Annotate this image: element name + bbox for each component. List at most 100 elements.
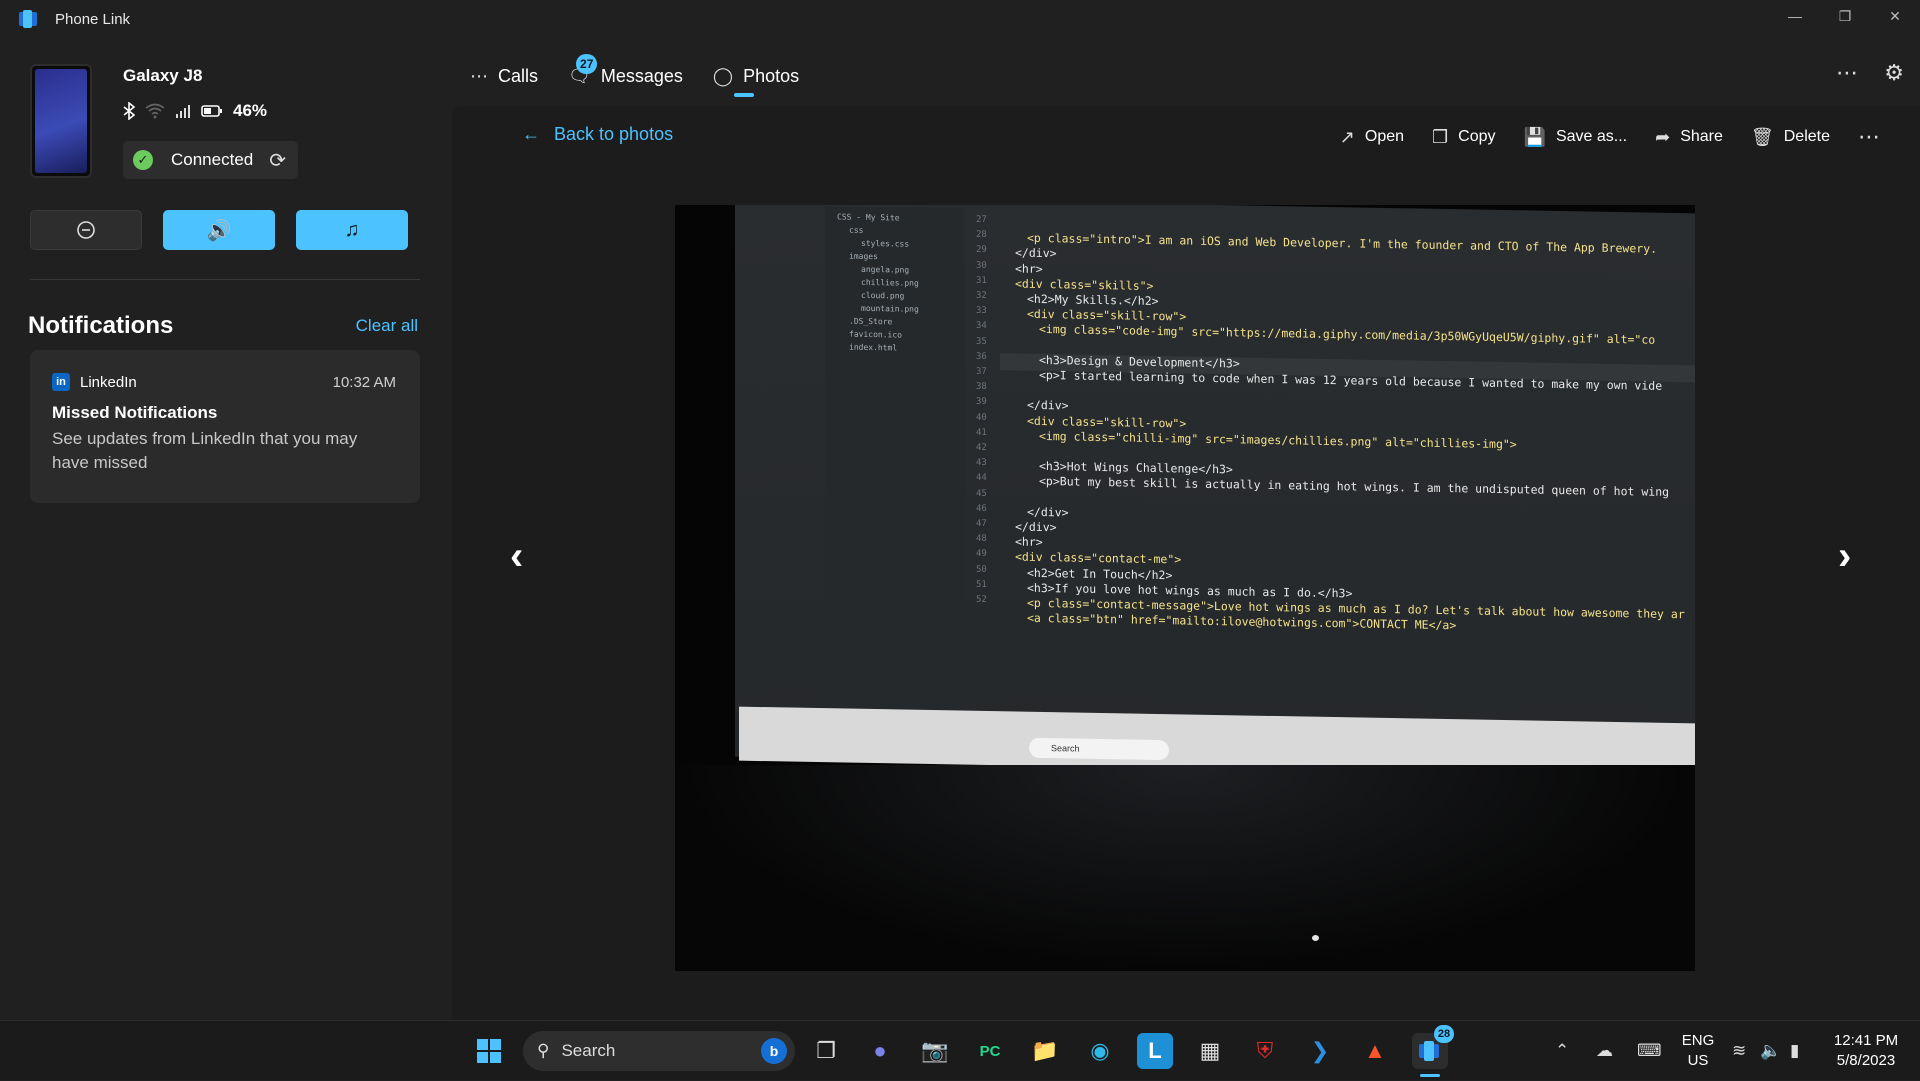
line-number: 47: [976, 518, 987, 530]
line-number: 33: [976, 306, 987, 317]
delete-button[interactable]: 🗑 Delete: [1751, 127, 1830, 148]
more-options-button[interactable]: ⋯: [1836, 60, 1858, 86]
device-status-row: 46%: [123, 101, 267, 121]
camera-app-button[interactable]: 📷: [917, 1033, 953, 1069]
do-not-disturb-button[interactable]: [30, 210, 142, 250]
code-line: <div class="skills">: [1015, 276, 1154, 293]
teams-chat-icon: ●: [873, 1038, 887, 1063]
brave-button[interactable]: ▲: [1357, 1033, 1393, 1069]
store-button[interactable]: ▦: [1192, 1033, 1228, 1069]
previous-photo-button[interactable]: ‹: [510, 534, 523, 579]
viewer-more-button[interactable]: ⋯: [1858, 124, 1880, 150]
keyboard-icon: ⌨: [1637, 1041, 1662, 1060]
mcafee-button[interactable]: ⛨: [1247, 1033, 1283, 1069]
line-number: 49: [976, 549, 987, 560]
clear-all-button[interactable]: Clear all: [356, 316, 418, 336]
selected-tab-indicator: [734, 93, 754, 97]
minimize-icon: —: [1788, 8, 1802, 24]
tab-photos[interactable]: ◯ Photos: [713, 66, 799, 87]
music-button[interactable]: ♫: [296, 210, 408, 250]
save-as-button[interactable]: 💾 Save as...: [1524, 127, 1628, 148]
next-photo-button[interactable]: ›: [1838, 534, 1851, 579]
code-line: </div>: [1027, 504, 1069, 520]
more-icon: ⋯: [1836, 60, 1858, 85]
pycharm-button[interactable]: PC: [972, 1033, 1008, 1069]
check-circle-icon: ✓: [133, 150, 153, 170]
line-number: 50: [976, 564, 987, 575]
gear-icon: ⚙: [1884, 60, 1904, 85]
close-button[interactable]: ✕: [1870, 0, 1920, 32]
share-label: Share: [1680, 128, 1723, 145]
show-hidden-icons-button[interactable]: ⌃: [1555, 1021, 1569, 1081]
share-icon: ➦: [1655, 126, 1671, 147]
tab-calls[interactable]: ⋯ Calls: [470, 66, 538, 87]
signal-icon: [176, 105, 190, 118]
phone-link-taskbar-button[interactable]: 28: [1412, 1025, 1454, 1069]
photo-image: CSS - My Site css styles.css images angela.p…: [675, 205, 1695, 971]
language-indicator[interactable]: ENG US: [1678, 1031, 1718, 1071]
code-line: <p class="intro">I am an iOS and Web Dev…: [1027, 230, 1658, 256]
line-number: 31: [976, 275, 987, 286]
open-icon: ↗: [1339, 126, 1355, 147]
code-line: </div>: [1015, 245, 1057, 261]
notification-time: 10:32 AM: [332, 374, 396, 391]
tab-messages[interactable]: 🗨 27 Messages: [568, 53, 683, 87]
battery-tray-button[interactable]: ▮: [1790, 1021, 1799, 1081]
task-view-button[interactable]: ❐: [808, 1033, 844, 1069]
pycharm-icon: PC: [979, 1042, 1001, 1060]
l-app-icon: L: [1148, 1038, 1162, 1063]
back-to-photos-link[interactable]: ← Back to photos: [522, 124, 673, 145]
network-button[interactable]: ≋: [1732, 1021, 1746, 1081]
file-tree-item: mountain.png: [861, 303, 919, 314]
minimize-button[interactable]: —: [1770, 0, 1820, 32]
share-button[interactable]: ➦ Share: [1655, 127, 1723, 148]
close-icon: ✕: [1889, 7, 1901, 24]
photographed-search: Search: [1029, 737, 1169, 761]
line-number: 40: [976, 412, 987, 423]
line-number: 28: [976, 230, 987, 241]
line-number: 37: [976, 366, 987, 378]
volume-button[interactable]: 🔊: [163, 210, 275, 250]
volume-tray-button[interactable]: 🔈: [1760, 1021, 1781, 1081]
open-button[interactable]: ↗ Open: [1340, 127, 1404, 148]
code-line: <div class="skill-row">: [1027, 413, 1187, 431]
line-number: 42: [976, 442, 987, 454]
line-number: 48: [976, 534, 987, 545]
file-tree-item: CSS - My Site: [837, 212, 900, 223]
nav-tabs: ⋯ Calls 🗨 27 Messages ◯ Photos: [470, 53, 799, 96]
file-explorer-button[interactable]: 📁: [1027, 1033, 1063, 1069]
taskbar-search[interactable]: ⚲ Search b: [523, 1031, 795, 1071]
copy-button[interactable]: ❐ Copy: [1432, 127, 1496, 148]
settings-button[interactable]: ⚙: [1884, 60, 1904, 86]
linkedin-icon: in: [52, 373, 70, 391]
connection-status: ✓ Connected ⟳: [123, 141, 298, 179]
file-tree: CSS - My Site css styles.css images angela.p…: [825, 206, 965, 729]
onedrive-button[interactable]: ☁: [1596, 1021, 1613, 1081]
file-tree-item: css: [849, 225, 864, 235]
l-app-button[interactable]: L: [1137, 1033, 1173, 1069]
folder-icon: 📁: [1031, 1038, 1059, 1063]
vscode-button[interactable]: ❯: [1302, 1033, 1338, 1069]
start-button[interactable]: [471, 1033, 507, 1069]
more-icon: ⋯: [1858, 124, 1880, 149]
restore-button[interactable]: ❐: [1820, 0, 1870, 32]
task-view-icon: ❐: [816, 1038, 836, 1063]
notification-card[interactable]: in LinkedIn 10:32 AM Missed Notification…: [30, 350, 420, 503]
restore-icon: ❐: [1838, 7, 1852, 24]
search-icon: ⚲: [537, 1041, 550, 1060]
system-clock[interactable]: 12:41 PM 5/8/2023: [1820, 1031, 1912, 1071]
battery-percentage: 46%: [233, 101, 268, 120]
phone-thumbnail: [30, 64, 92, 178]
edge-button[interactable]: ◉: [1082, 1033, 1118, 1069]
refresh-icon[interactable]: ⟳: [269, 148, 286, 173]
tab-calls-label: Calls: [498, 65, 539, 86]
code-line: </div>: [1015, 519, 1057, 535]
line-number: 41: [976, 427, 987, 438]
chat-app-button[interactable]: ●: [862, 1033, 898, 1069]
taskbar-search-label: Search: [561, 1041, 616, 1060]
tab-photos-label: Photos: [743, 65, 800, 86]
device-name: Galaxy J8: [123, 66, 203, 85]
code-line: <div class="skill-row">: [1027, 306, 1187, 324]
volume-icon: 🔊: [206, 219, 232, 242]
keyboard-button[interactable]: ⌨: [1637, 1021, 1662, 1081]
